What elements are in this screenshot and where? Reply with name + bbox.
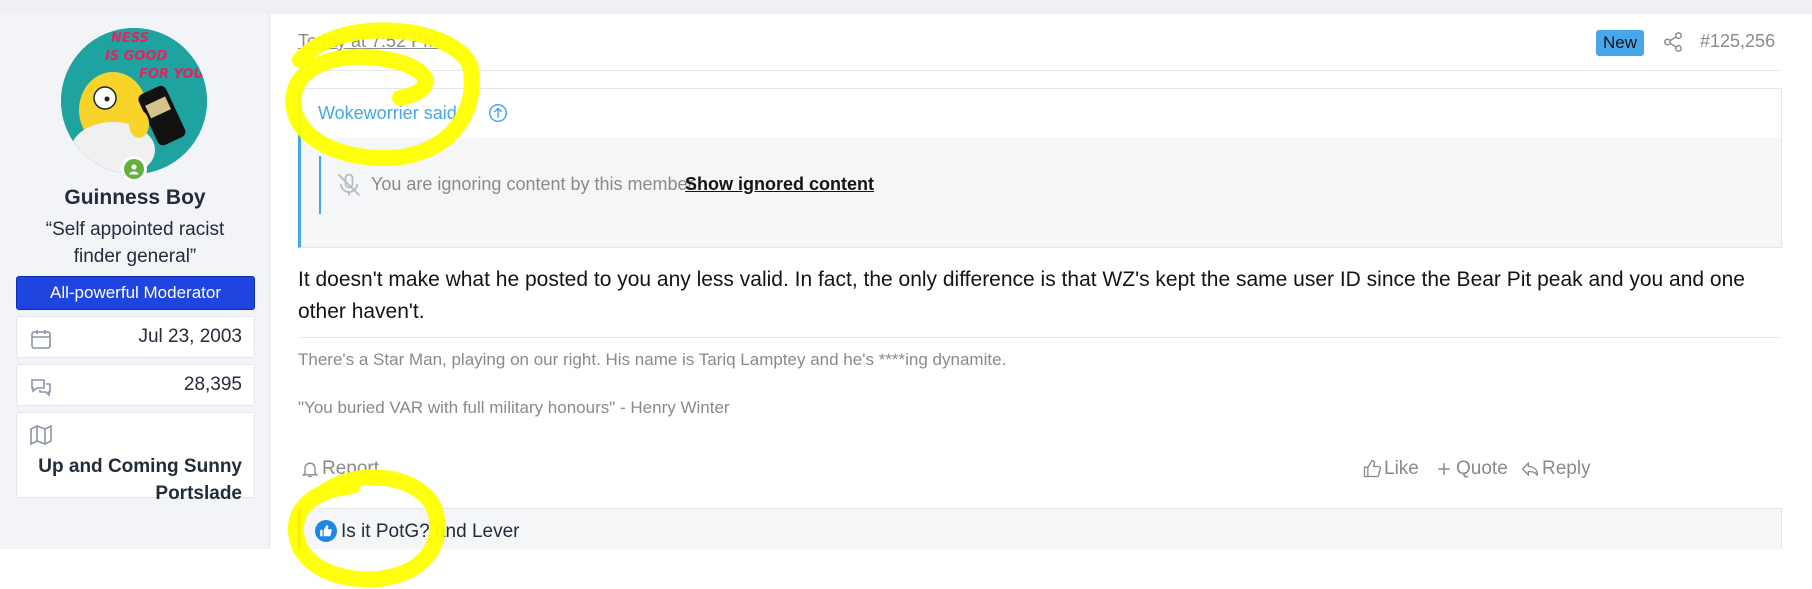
signature-line-1: There's a Star Man, playing on our right…	[298, 350, 1007, 369]
ignored-content: You are ignoring content by this member.…	[319, 156, 1759, 214]
post-actions: Report Like Quote Reply	[298, 458, 1782, 488]
messages-stat[interactable]: 28,395	[16, 364, 255, 406]
page-bottom	[0, 549, 1812, 589]
post-number-link[interactable]: #125,256	[1700, 31, 1775, 52]
reactions-text[interactable]: Is it PotG? and Lever	[341, 521, 520, 543]
reactions-bar[interactable]: Is it PotG? and Lever	[298, 508, 1782, 554]
joined-date: Jul 23, 2003	[138, 326, 242, 347]
quote-button[interactable]: Quote	[1434, 458, 1508, 480]
avatar[interactable]: NESS IS GOOD FOR YOU	[61, 28, 207, 182]
thumbs-up-icon	[1363, 459, 1382, 478]
avatar-image[interactable]: NESS IS GOOD FOR YOU	[61, 28, 207, 174]
quote-label: Quote	[1456, 458, 1508, 479]
post-body: It doesn't make what he posted to you an…	[298, 268, 1745, 323]
username[interactable]: Guinness Boy	[0, 186, 270, 210]
reply-label: Reply	[1542, 458, 1591, 479]
svg-text:FOR YOU: FOR YOU	[139, 67, 204, 82]
like-button[interactable]: Like	[1362, 458, 1419, 480]
like-label: Like	[1384, 458, 1419, 479]
speech-bubbles-icon	[31, 379, 51, 397]
mic-off-icon	[337, 173, 361, 197]
location-text[interactable]: Up and Coming Sunny Portslade	[29, 453, 242, 507]
like-reaction-icon	[315, 520, 337, 542]
joined-stat: Jul 23, 2003	[16, 316, 255, 358]
signature-divider	[298, 337, 1782, 338]
calendar-icon	[31, 330, 51, 349]
svg-text:IS GOOD: IS GOOD	[105, 49, 167, 64]
report-label: Report	[322, 458, 380, 479]
plus-icon	[1438, 463, 1450, 475]
user-panel: NESS IS GOOD FOR YOU Guinness Boy “Self …	[0, 14, 270, 549]
svg-text:NESS: NESS	[111, 31, 149, 46]
divider	[298, 70, 1782, 71]
user-banner: All-powerful Moderator	[16, 276, 255, 310]
arrow-up-circle-icon[interactable]	[487, 102, 509, 124]
quote-header: Wokeworrier said:	[301, 89, 1781, 138]
report-button[interactable]: Report	[300, 458, 379, 480]
share-icon[interactable]	[1662, 31, 1684, 53]
quote-block: Wokeworrier said: You are ignoring conte…	[298, 88, 1782, 248]
user-title: “Self appointed racist finder general”	[45, 219, 225, 267]
top-band	[0, 0, 1812, 14]
post-date-link[interactable]: Today at 7:52 PM	[298, 31, 438, 52]
reply-icon	[1521, 461, 1539, 477]
show-ignored-link[interactable]: Show ignored content	[685, 174, 874, 195]
reply-button[interactable]: Reply	[1520, 458, 1591, 480]
messages-count: 28,395	[183, 374, 242, 395]
ignored-message: You are ignoring content by this member.	[371, 174, 698, 194]
quote-author-link[interactable]: Wokeworrier said:	[318, 103, 462, 124]
signature-line-2: "You buried VAR with full military honou…	[298, 398, 730, 417]
new-badge: New	[1596, 30, 1644, 56]
map-icon	[30, 424, 52, 446]
bell-icon	[301, 462, 319, 478]
online-user-icon	[121, 156, 147, 182]
post: Today at 7:52 PM New #125,256 Wokeworrie…	[282, 14, 1782, 554]
location-stat[interactable]: Up and Coming Sunny Portslade	[16, 412, 255, 504]
